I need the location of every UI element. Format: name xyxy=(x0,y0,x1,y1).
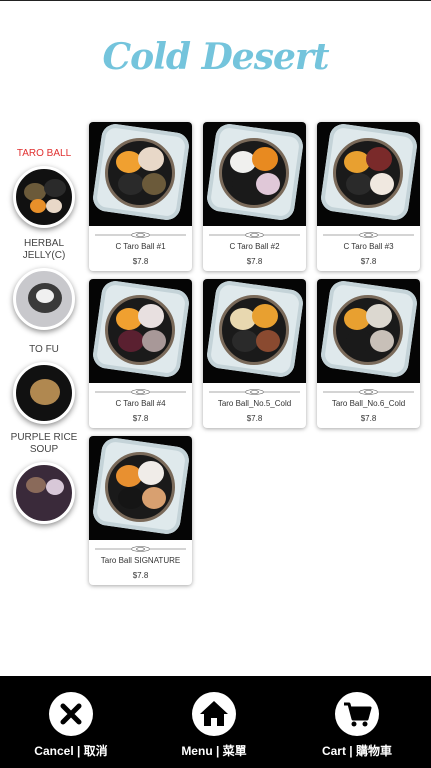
product-name: Taro Ball_No.6_Cold xyxy=(331,399,406,408)
cart-label: Cart | 購物車 xyxy=(321,744,393,758)
product-price: $7.8 xyxy=(246,414,263,423)
product-card[interactable]: C Taro Ball #3 $7.8 xyxy=(317,122,420,271)
product-card[interactable]: Taro Ball_No.5_Cold $7.8 xyxy=(203,279,306,428)
category-thumbnail xyxy=(13,362,75,424)
product-price: $7.8 xyxy=(132,257,149,266)
cart-icon xyxy=(335,692,379,736)
product-card[interactable]: C Taro Ball #1 $7.8 xyxy=(89,122,192,271)
product-card[interactable]: C Taro Ball #2 $7.8 xyxy=(203,122,306,271)
category-to-fu[interactable]: TO FU xyxy=(8,344,80,424)
product-name: Taro Ball SIGNATURE xyxy=(100,556,181,565)
ornament-divider xyxy=(323,232,414,238)
product-price: $7.8 xyxy=(360,414,377,423)
home-icon xyxy=(192,692,236,736)
top-divider xyxy=(0,0,431,1)
ornament-divider xyxy=(95,546,186,552)
category-thumbnail xyxy=(13,462,75,524)
category-label: TO FU xyxy=(29,344,59,355)
product-price: $7.8 xyxy=(360,257,377,266)
product-image xyxy=(89,122,192,226)
cart-button[interactable]: Cart | 購物車 xyxy=(297,692,417,759)
category-label: TARO BALL xyxy=(16,148,72,159)
category-taro-ball[interactable]: TARO BALL xyxy=(8,148,80,228)
close-icon xyxy=(49,692,93,736)
product-price: $7.8 xyxy=(246,257,263,266)
cancel-button[interactable]: Cancel | 取消 xyxy=(11,692,131,759)
cancel-label: Cancel | 取消 xyxy=(34,744,108,758)
page-title: Cold Desert xyxy=(102,36,330,78)
ornament-divider xyxy=(95,389,186,395)
menu-button[interactable]: Menu | 菜單 xyxy=(154,692,274,759)
product-price: $7.8 xyxy=(132,414,149,423)
product-name: C Taro Ball #3 xyxy=(343,242,394,251)
category-herbal-jelly[interactable]: HERBAL JELLY(C) xyxy=(8,238,80,330)
ornament-divider xyxy=(95,232,186,238)
category-label: PURPLE RICE SOUP xyxy=(10,432,78,455)
category-thumbnail xyxy=(13,166,75,228)
category-purple-rice-soup[interactable]: PURPLE RICE SOUP xyxy=(8,432,80,524)
category-thumbnail xyxy=(13,268,75,330)
product-image xyxy=(89,436,192,540)
product-name: C Taro Ball #4 xyxy=(115,399,166,408)
category-label: HERBAL JELLY(C) xyxy=(22,238,66,261)
product-card[interactable]: Taro Ball_No.6_Cold $7.8 xyxy=(317,279,420,428)
product-card[interactable]: Taro Ball SIGNATURE $7.8 xyxy=(89,436,192,585)
product-name: C Taro Ball #2 xyxy=(229,242,280,251)
bottom-navigation: Cancel | 取消 Menu | 菜單 Cart | 購物車 xyxy=(0,676,431,768)
ornament-divider xyxy=(323,389,414,395)
product-image xyxy=(317,122,420,226)
product-name: Taro Ball_No.5_Cold xyxy=(217,399,292,408)
product-image xyxy=(317,279,420,383)
product-card[interactable]: C Taro Ball #4 $7.8 xyxy=(89,279,192,428)
product-image xyxy=(203,279,306,383)
ornament-divider xyxy=(209,389,300,395)
product-name: C Taro Ball #1 xyxy=(115,242,166,251)
product-price: $7.8 xyxy=(132,571,149,580)
menu-label: Menu | 菜單 xyxy=(181,744,247,758)
product-image xyxy=(203,122,306,226)
product-image xyxy=(89,279,192,383)
ornament-divider xyxy=(209,232,300,238)
